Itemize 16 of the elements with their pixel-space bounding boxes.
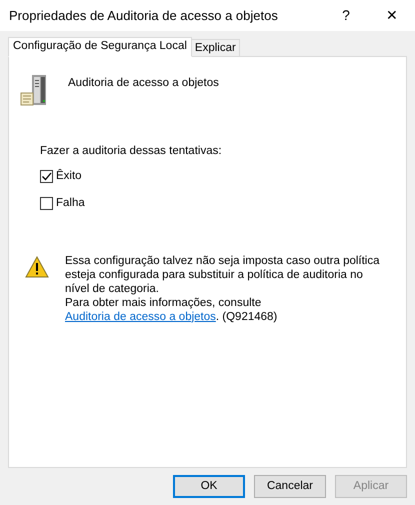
window-title: Propriedades de Auditoria de acesso a objetos: [9, 6, 279, 25]
audit-label: Fazer a auditoria dessas tentativas:: [40, 145, 222, 157]
checkbox[interactable]: Falha: [40, 194, 85, 212]
tab[interactable]: Explicar: [192, 39, 240, 57]
warning-text: Essa configuração talvez não seja imposta caso outra política esteja configurada para substituir a política de auditoria no nível de categoria.: [65, 254, 381, 296]
checkmark-icon: [41, 171, 52, 182]
help-link[interactable]: Auditoria de acesso a objetos: [65, 310, 216, 323]
tab[interactable]: Configuração de Segurança Local: [8, 37, 192, 57]
close-button[interactable]: ✕: [369, 0, 415, 30]
dialog-button[interactable]: OK: [173, 475, 245, 498]
policy-name: Auditoria de acesso a objetos: [68, 76, 219, 91]
checkbox[interactable]: Êxito: [40, 168, 82, 186]
info-text: Para obter mais informações, consulte Auditoria de acesso a objetos. (Q921468): [65, 296, 278, 324]
warning-icon: [25, 256, 49, 278]
dialog-button[interactable]: Cancelar: [254, 475, 326, 498]
help-button[interactable]: ?: [323, 0, 369, 30]
